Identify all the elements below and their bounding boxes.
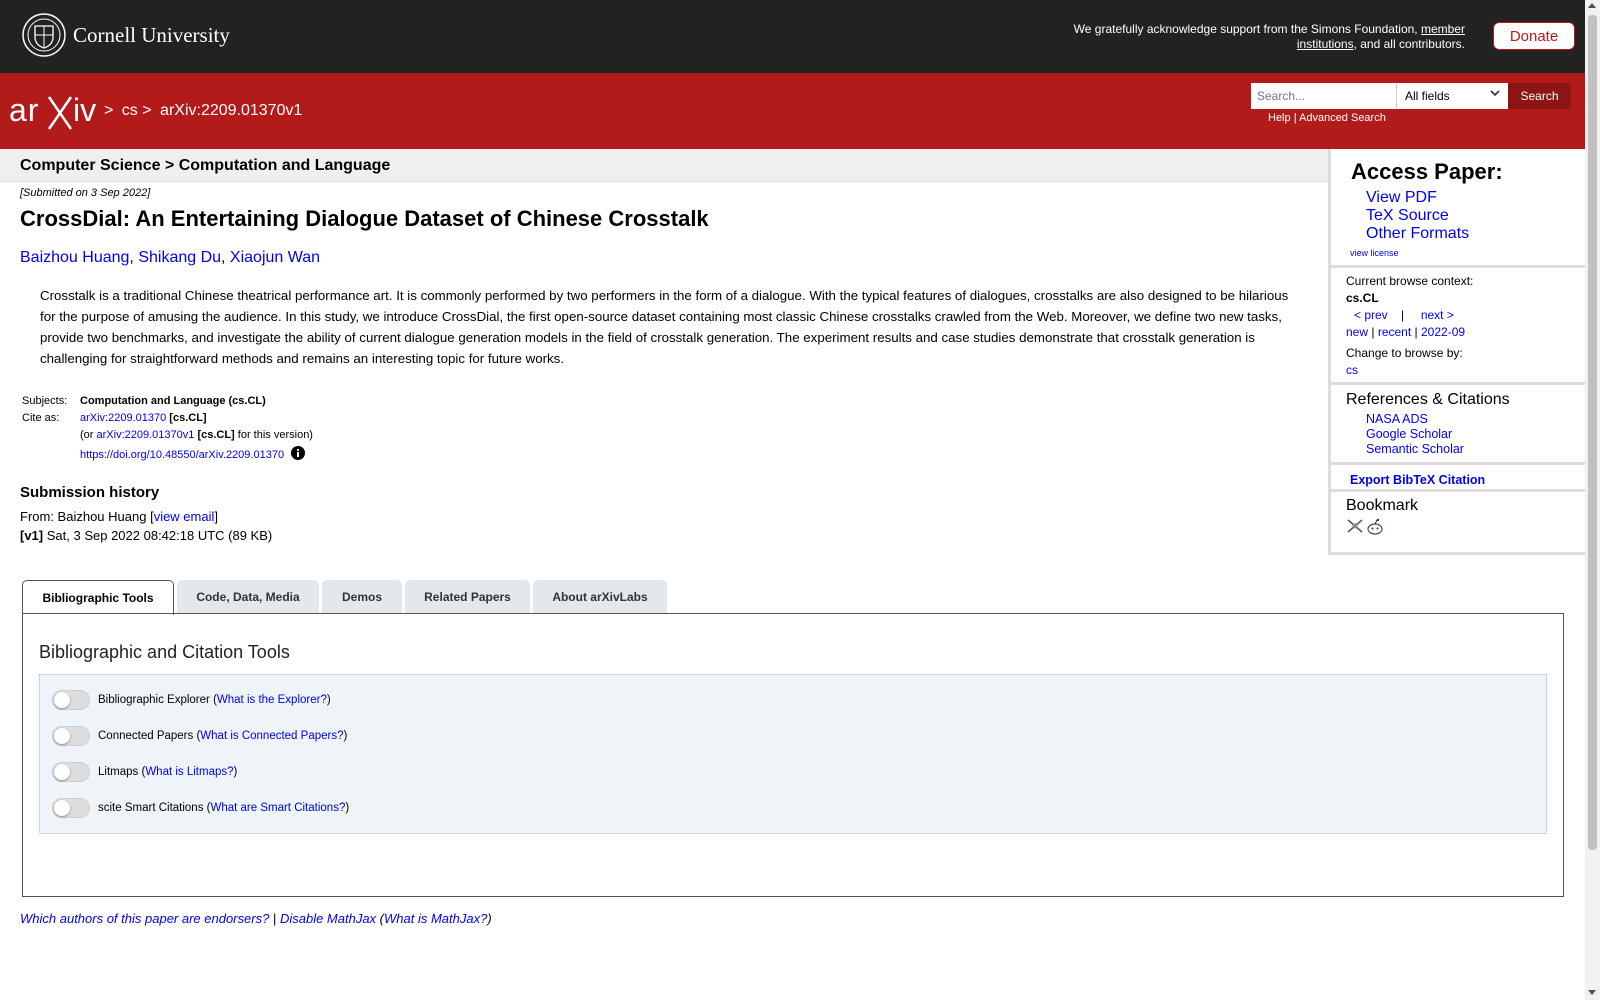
metadata-table: Subjects: Computation and Language (cs.C… [22,395,313,461]
submission-history-title: Submission history [20,484,160,501]
arxiv-logo[interactable]: ar iv [9,89,101,133]
scroll-down-icon[interactable] [1588,990,1596,995]
bibsonomy-icon[interactable] [1346,518,1364,534]
cite-label: Cite as: [22,412,60,424]
bookmark-title: Bookmark [1346,497,1419,514]
chevron-down-icon [1490,90,1500,97]
panel-title: Bibliographic and Citation Tools [39,642,290,662]
tool-row: Connected Papers (What is Connected Pape… [52,726,347,746]
breadcrumb-cs[interactable]: cs [122,102,138,119]
arxiv-header: ar iv > cs > arXiv:2209.01370v1 All fiel… [0,73,1585,149]
tab-code-data-media[interactable]: Code, Data, Media [177,580,319,614]
disable-mathjax-link[interactable]: Disable MathJax [280,911,376,926]
browse-cs-link[interactable]: cs [1346,363,1358,377]
tool-info-link[interactable]: What is the Explorer? [217,694,327,706]
view-license-link[interactable]: view license [1350,248,1399,258]
search-field-select[interactable]: All fields [1396,83,1508,109]
tool-row: Bibliographic Explorer (What is the Expl… [52,690,331,710]
subjects-value: Computation and Language (cs.CL) [80,395,266,407]
submission-date: [Submitted on 3 Sep 2022] [20,187,151,199]
version-entry: [v1] Sat, 3 Sep 2022 08:42:18 UTC (89 KB… [20,528,273,543]
search-input[interactable] [1251,83,1396,109]
bookmark-box: Bookmark [1331,492,1588,555]
browse-context-box: Current browse context: cs.CL < prev | n… [1331,268,1588,385]
doi-link[interactable]: https://doi.org/10.48550/arXiv.2209.0137… [80,449,284,461]
help-links: Help | Advanced Search [1268,112,1386,124]
sidebar: Access Paper: View PDF TeX Source Other … [1328,149,1588,555]
author-link[interactable]: Shikang Du [138,249,221,266]
view-pdf-link[interactable]: View PDF [1366,189,1588,207]
paper-title: CrossDial: An Entertaining Dialogue Data… [20,206,709,231]
author-list: Baizhou Huang, Shikang Du, Xiaojun Wan [20,249,321,266]
footer-links: Which authors of this paper are endorser… [20,911,492,926]
endorsers-link[interactable]: Which authors of this paper are endorser… [20,911,269,926]
new-link[interactable]: new [1346,325,1368,339]
svg-text:ar: ar [9,92,39,128]
top-header: Cornell University We gratefully acknowl… [0,0,1585,73]
support-text: We gratefully acknowledge support from t… [1073,22,1465,51]
author-link[interactable]: Xiaojun Wan [230,249,320,266]
references-title: References & Citations [1346,391,1510,408]
references-box: References & Citations NASA ADS Google S… [1331,385,1588,465]
other-formats-link[interactable]: Other Formats [1366,225,1588,243]
info-icon[interactable] [291,446,306,460]
access-paper-title: Access Paper: [1351,159,1503,184]
tools-list: Bibliographic Explorer (What is the Expl… [39,674,1547,834]
university-name: Cornell University [73,22,230,47]
cornell-logo[interactable]: Cornell University [22,13,230,57]
scite-toggle[interactable] [52,798,90,818]
submitter: From: Baizhou Huang [view email] [20,509,218,524]
advanced-search-link[interactable]: Advanced Search [1299,112,1386,124]
nasa-ads-link[interactable]: NASA ADS [1366,412,1588,427]
recent-link[interactable]: recent [1378,325,1411,339]
month-link[interactable]: 2022-09 [1421,325,1465,339]
tool-info-link[interactable]: What is Litmaps? [145,766,233,778]
breadcrumb-paper-id: arXiv:2209.01370v1 [160,102,303,119]
tab-related-papers[interactable]: Related Papers [405,580,530,614]
bibliographic-explorer-toggle[interactable] [52,690,90,710]
category-heading: Computer Science > Computation and Langu… [0,149,1328,182]
cornell-seal-icon [22,13,66,57]
abstract: Crosstalk is a traditional Chinese theat… [40,288,1289,366]
export-bibtex-link[interactable]: Export BibTeX Citation [1350,473,1485,487]
help-link[interactable]: Help [1268,112,1291,124]
tool-info-link[interactable]: What is Connected Papers? [200,730,343,742]
donate-button[interactable]: Donate [1493,22,1575,50]
current-context: cs.CL [1346,291,1379,305]
tab-about-arxivlabs[interactable]: About arXivLabs [533,580,667,614]
bibtex-box: Export BibTeX Citation [1331,465,1588,492]
access-paper-box: Access Paper: View PDF TeX Source Other … [1331,149,1588,268]
scrollbar-thumb[interactable] [1588,15,1597,850]
what-mathjax-link[interactable]: What is MathJax? [384,911,487,926]
cite-version-link[interactable]: arXiv:2209.01370v1 [97,429,195,441]
tool-info-link[interactable]: What are Smart Citations? [210,802,345,814]
reddit-icon[interactable] [1366,518,1384,536]
search-button[interactable]: Search [1508,83,1571,109]
tab-demos[interactable]: Demos [322,580,402,614]
connected-papers-toggle[interactable] [52,726,90,746]
next-link[interactable]: next > [1421,308,1454,322]
tab-panel: Bibliographic and Citation Tools Bibliog… [22,613,1564,897]
view-email-link[interactable]: view email [154,509,215,524]
subjects-label: Subjects: [22,395,68,407]
svg-text:iv: iv [73,92,96,128]
author-link[interactable]: Baizhou Huang [20,249,129,266]
semantic-scholar-link[interactable]: Semantic Scholar [1366,442,1588,457]
scroll-up-icon[interactable] [1588,3,1596,8]
tab-bibliographic-tools[interactable]: Bibliographic Tools [22,580,174,615]
litmaps-toggle[interactable] [52,762,90,782]
tool-row: scite Smart Citations (What are Smart Ci… [52,798,349,818]
cite-id-link[interactable]: arXiv:2209.01370 [80,412,166,424]
prev-link[interactable]: < prev [1354,308,1388,322]
google-scholar-link[interactable]: Google Scholar [1366,427,1588,442]
breadcrumb: > cs > arXiv:2209.01370v1 [104,102,303,119]
tool-row: Litmaps (What is Litmaps?) [52,762,237,782]
tex-source-link[interactable]: TeX Source [1366,207,1588,225]
